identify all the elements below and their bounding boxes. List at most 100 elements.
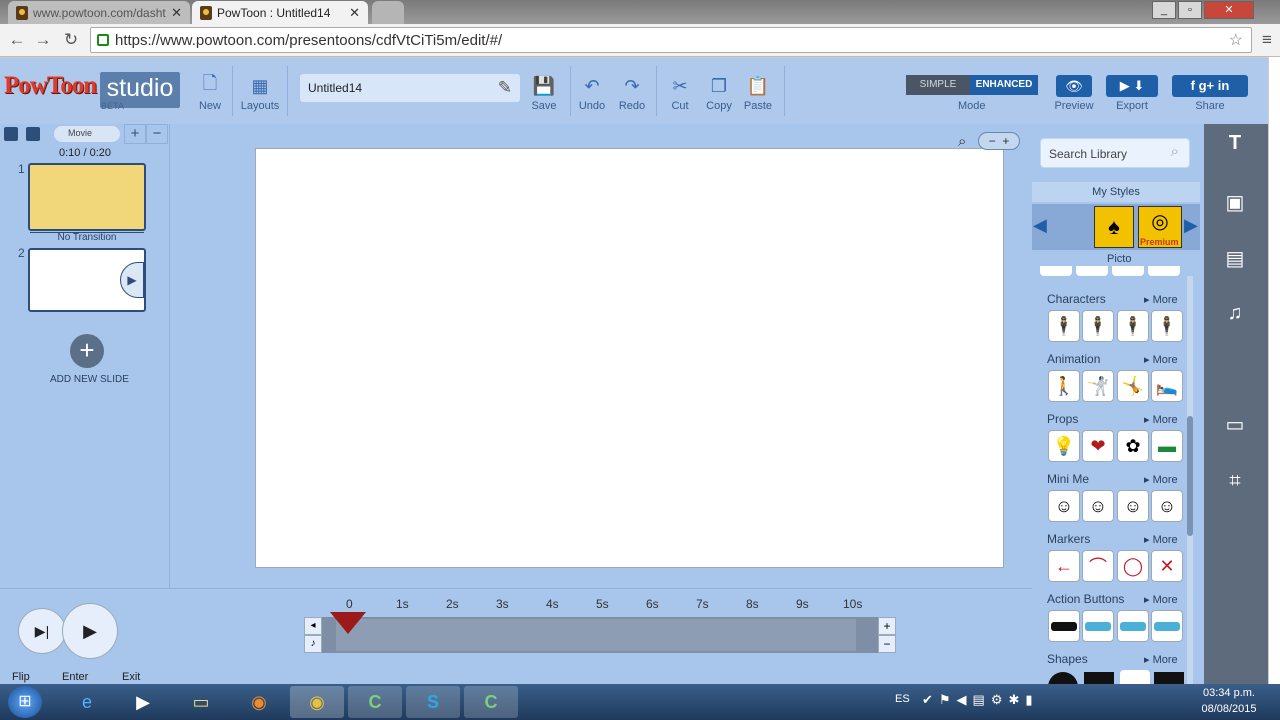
- slide-thumbnail-2[interactable]: ▶: [28, 248, 146, 312]
- forward-icon[interactable]: →: [32, 30, 54, 50]
- play-button[interactable]: ▶: [62, 603, 118, 659]
- props-more-link[interactable]: ▸ More: [1144, 413, 1178, 426]
- action-buttons-more-link[interactable]: ▸ More: [1144, 593, 1178, 606]
- minimize-button[interactable]: _: [1152, 1, 1176, 19]
- list-view-icon[interactable]: [26, 127, 40, 141]
- text-tool-icon[interactable]: T: [1222, 132, 1248, 155]
- pencil-icon[interactable]: ✎: [498, 78, 512, 98]
- lightbulb-icon[interactable]: 💡: [1048, 430, 1080, 462]
- circle-marker-icon[interactable]: ◯: [1117, 550, 1149, 582]
- layouts-button[interactable]: ▦ Layouts: [234, 74, 286, 113]
- chrome-icon[interactable]: ◉: [290, 686, 344, 718]
- media-player-icon[interactable]: ▶: [116, 686, 170, 718]
- library-scroll-thumb[interactable]: [1187, 416, 1193, 536]
- camtasia-icon[interactable]: C: [348, 686, 402, 718]
- maximize-button[interactable]: ▫: [1178, 1, 1202, 19]
- reload-icon[interactable]: ↻: [60, 30, 82, 50]
- triangle-shape-icon[interactable]: [1120, 670, 1150, 684]
- characters-more-link[interactable]: ▸ More: [1144, 293, 1178, 306]
- add-new-slide-label[interactable]: ADD NEW SLIDE: [50, 374, 129, 385]
- mini-me-thumbnail[interactable]: ☺: [1082, 490, 1114, 522]
- animation-thumbnail[interactable]: 🚶: [1048, 370, 1080, 402]
- action-button-thumbnail[interactable]: [1048, 610, 1080, 642]
- flip-label[interactable]: Flip: [12, 671, 30, 683]
- timeline-zoom-in-button[interactable]: +: [878, 617, 896, 635]
- crop-tool-icon[interactable]: ⌗: [1222, 470, 1248, 493]
- add-slide-icon[interactable]: +: [70, 334, 104, 368]
- camtasia-recorder-icon[interactable]: C: [464, 686, 518, 718]
- picto-style-thumbnail[interactable]: ♠: [1094, 206, 1134, 248]
- timeline-volume-icon[interactable]: ◂: [304, 617, 322, 635]
- clock-date[interactable]: 08/08/2015: [1198, 703, 1260, 715]
- character-thumbnail[interactable]: 🕴: [1082, 310, 1114, 342]
- new-tab-button[interactable]: [372, 1, 404, 24]
- shapes-more-link[interactable]: ▸ More: [1144, 653, 1178, 666]
- internet-explorer-icon[interactable]: e: [60, 686, 114, 718]
- redo-button[interactable]: ↷ Redo: [606, 74, 658, 113]
- paste-button[interactable]: 📋 Paste: [732, 74, 784, 113]
- character-thumbnail[interactable]: 🕴: [1151, 310, 1183, 342]
- close-tab-icon[interactable]: ✕: [349, 5, 360, 21]
- action-button-thumbnail[interactable]: [1117, 610, 1149, 642]
- play-slide-icon[interactable]: ▶: [120, 262, 144, 298]
- zoom-in-slides-button[interactable]: +: [124, 124, 146, 144]
- language-indicator[interactable]: ES: [895, 693, 910, 705]
- music-tool-icon[interactable]: ♫: [1222, 302, 1248, 325]
- magnifier-icon[interactable]: ⌕: [958, 133, 966, 150]
- arrow-marker-icon[interactable]: ←: [1048, 550, 1080, 582]
- mini-me-thumbnail[interactable]: ☺: [1048, 490, 1080, 522]
- play-scene-button[interactable]: ▶|: [18, 608, 66, 654]
- browser-tab-dashboard[interactable]: www.powtoon.com/dasht ✕: [8, 1, 190, 24]
- file-explorer-icon[interactable]: ▭: [174, 686, 228, 718]
- presentation-title-field[interactable]: Untitled14 ✎: [300, 74, 520, 102]
- animation-thumbnail[interactable]: 🤺: [1082, 370, 1114, 402]
- save-button[interactable]: 💾 Save: [518, 74, 570, 113]
- money-icon[interactable]: ▬: [1151, 430, 1183, 462]
- canvas-zoom-control[interactable]: − +: [978, 132, 1020, 150]
- flower-icon[interactable]: ✿: [1117, 430, 1149, 462]
- chevron-right-icon[interactable]: ▶: [1184, 215, 1198, 236]
- mode-simple-button[interactable]: SIMPLE: [906, 75, 970, 95]
- animation-thumbnail[interactable]: 🛌: [1151, 370, 1183, 402]
- rectangle-shape-icon[interactable]: [1154, 672, 1184, 684]
- mini-me-thumbnail[interactable]: ☺: [1117, 490, 1149, 522]
- exit-label[interactable]: Exit: [122, 671, 140, 683]
- video-tool-icon[interactable]: ▤: [1222, 246, 1248, 271]
- clock-time[interactable]: 03:34 p.m.: [1198, 687, 1260, 699]
- close-tab-icon[interactable]: ✕: [171, 5, 182, 21]
- movie-toggle[interactable]: Movie: [54, 126, 120, 142]
- animation-thumbnail[interactable]: 🤸: [1117, 370, 1149, 402]
- start-button-icon[interactable]: ⊞: [8, 686, 42, 718]
- markers-more-link[interactable]: ▸ More: [1144, 533, 1178, 546]
- enter-label[interactable]: Enter: [62, 671, 88, 683]
- preview-button[interactable]: 👁 Preview: [1048, 74, 1100, 112]
- skype-icon[interactable]: S: [406, 686, 460, 718]
- timeline-audio-icon[interactable]: ♪: [304, 635, 322, 653]
- action-button-thumbnail[interactable]: [1082, 610, 1114, 642]
- page-scrollbar[interactable]: [1268, 57, 1280, 684]
- image-tool-icon[interactable]: ▣: [1222, 190, 1248, 215]
- star-icon[interactable]: ☆: [1229, 30, 1243, 50]
- slide-thumbnail-1[interactable]: [28, 163, 146, 231]
- timeline-zoom-out-button[interactable]: −: [878, 635, 896, 653]
- search-library-field[interactable]: Search Library ⌕: [1040, 138, 1190, 168]
- close-window-button[interactable]: ✕: [1204, 1, 1254, 19]
- animation-more-link[interactable]: ▸ More: [1144, 353, 1178, 366]
- action-button-thumbnail[interactable]: [1151, 610, 1183, 642]
- system-tray-icons[interactable]: ✔⚑◀▤⚙✱▮: [922, 692, 1039, 708]
- export-button[interactable]: ▶ ⬇ Export: [1106, 74, 1158, 112]
- mini-me-thumbnail[interactable]: ☺: [1151, 490, 1183, 522]
- character-thumbnail[interactable]: 🕴: [1048, 310, 1080, 342]
- grid-view-icon[interactable]: [4, 127, 18, 141]
- menu-icon[interactable]: ≡: [1256, 30, 1278, 50]
- transition-label[interactable]: No Transition: [30, 232, 144, 243]
- x-marker-icon[interactable]: ✕: [1151, 550, 1183, 582]
- share-button[interactable]: f g+ in Share: [1170, 74, 1250, 112]
- character-thumbnail[interactable]: 🕴: [1117, 310, 1149, 342]
- mode-enhanced-button[interactable]: ENHANCED: [970, 75, 1038, 95]
- background-tool-icon[interactable]: ▭: [1222, 412, 1248, 437]
- timeline-track[interactable]: [322, 617, 878, 653]
- firefox-icon[interactable]: ◉: [232, 686, 286, 718]
- curve-marker-icon[interactable]: ⌒: [1082, 550, 1114, 582]
- zoom-out-slides-button[interactable]: −: [146, 124, 168, 144]
